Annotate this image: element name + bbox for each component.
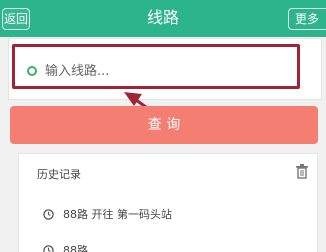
history-title: 历史记录: [37, 168, 81, 181]
history-item-label: 88路 开往 第一码头站: [63, 208, 172, 221]
clock-icon: [43, 209, 54, 220]
history-item[interactable]: 88路: [19, 238, 319, 252]
app-header: 返回 线路 更多: [0, 0, 326, 37]
back-button[interactable]: 返回: [2, 8, 30, 30]
route-search-box: [8, 38, 322, 100]
query-button[interactable]: 查 询: [10, 106, 318, 144]
history-panel: 历史记录 88路 开往 第一码头站 88路: [18, 153, 318, 252]
history-item-label: 88路: [63, 244, 88, 252]
page-title: 线路: [146, 8, 179, 27]
more-button[interactable]: 更多: [288, 8, 326, 30]
location-dot-icon: [27, 66, 37, 76]
route-search-input[interactable]: [45, 59, 285, 83]
trash-icon[interactable]: [294, 163, 310, 179]
history-item[interactable]: 88路 开往 第一码头站: [19, 202, 319, 228]
clock-icon: [43, 245, 54, 252]
